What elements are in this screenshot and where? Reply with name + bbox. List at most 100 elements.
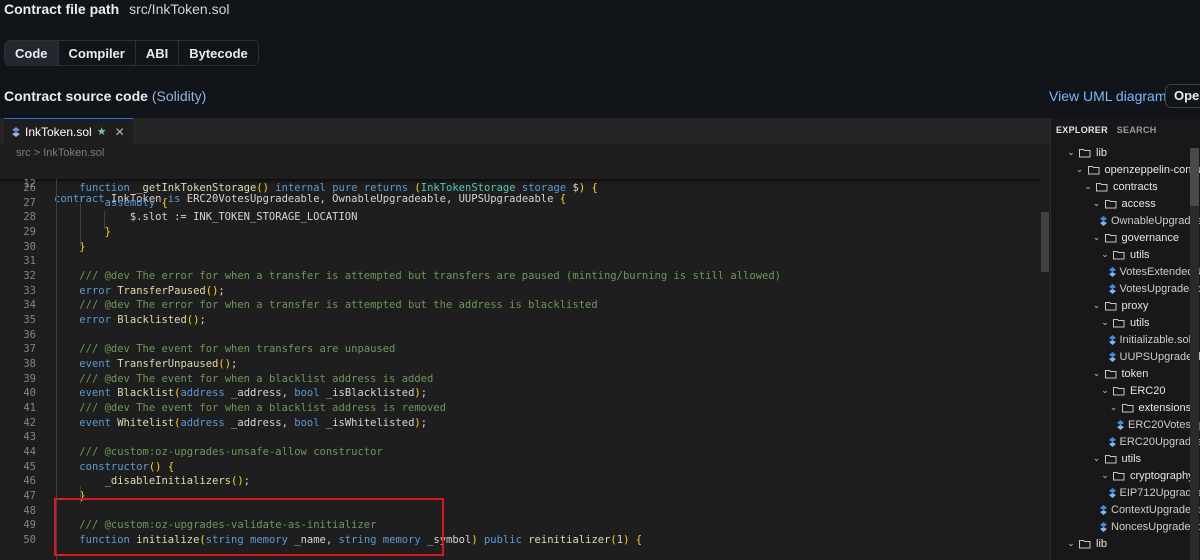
tree-item-label: lib (1096, 146, 1108, 159)
code-editor[interactable]: InkToken.sol ★ ✕ src > InkToken.sol 12 c… (0, 118, 1050, 560)
code-line: 45 constructor() { (0, 460, 1040, 475)
tree-item-label: VotesExtendedUpgradeable.sol (1119, 265, 1200, 278)
line-number: 35 (23, 314, 36, 327)
path-value: src/InkToken.sol (129, 1, 230, 17)
code-text: function _getInkTokenStorage() internal … (79, 182, 598, 194)
close-icon[interactable]: ✕ (115, 125, 125, 139)
tree-file[interactable]: Initializable.sol (1108, 331, 1192, 348)
chevron-down-icon[interactable]: ⌄ (1066, 147, 1076, 158)
tree-folder[interactable]: ⌄ lib (1066, 535, 1107, 552)
tab-abi[interactable]: ABI (135, 41, 180, 65)
editor-scrollbar[interactable] (1040, 152, 1050, 560)
tree-file[interactable]: OwnableUpgradeable.sol (1100, 212, 1200, 229)
folder-open-icon (1113, 250, 1125, 259)
folder-open-icon (1113, 386, 1125, 395)
code-text: assembly { (104, 196, 168, 209)
chevron-down-icon[interactable]: ⌄ (1100, 470, 1110, 481)
tree-item-label: utils (1121, 452, 1142, 465)
code-line: 35 error Blacklisted(); (0, 313, 1040, 328)
solidity-icon (1117, 419, 1124, 430)
code-line: 36 (0, 328, 1040, 343)
tree-item-label: contracts (1113, 180, 1158, 193)
page-header: Contract file path src/InkToken.sol Code… (0, 0, 1200, 118)
tree-folder[interactable]: ⌄ cryptography (1100, 467, 1193, 484)
tab-compiler[interactable]: Compiler (58, 41, 136, 65)
editor-scrollbar-thumb[interactable] (1041, 212, 1049, 272)
folder-open-icon (1104, 454, 1116, 463)
code-line: 29 } (0, 225, 1040, 240)
chevron-down-icon[interactable]: ⌄ (1083, 181, 1093, 192)
tree-file[interactable]: UUPSUpgradeable.sol (1108, 348, 1200, 365)
tree-item-label: ERC20 (1130, 384, 1166, 397)
tree-item-label: extensions (1138, 401, 1192, 414)
tab-bytecode[interactable]: Bytecode (179, 41, 258, 65)
tree-file[interactable]: ERC20VotesUpgradeable.sol (1117, 416, 1200, 433)
tree-folder[interactable]: ⌄ extensions (1109, 399, 1192, 416)
line-number: 30 (23, 240, 36, 253)
line-number: 34 (23, 299, 36, 312)
code-text: _disableInitializers(); (104, 475, 250, 488)
tab-code[interactable]: Code (5, 41, 59, 65)
line-number: 27 (23, 196, 36, 209)
tree-file[interactable]: VotesUpgradeable.sol (1108, 280, 1200, 297)
tree-file[interactable]: NoncesUpgradeable.sol (1100, 518, 1200, 535)
tree-folder[interactable]: ⌄ proxy (1092, 297, 1149, 314)
line-number: 41 (23, 402, 36, 415)
tab-explorer[interactable]: EXPLORER (1056, 125, 1108, 135)
code-line: 46 _disableInitializers(); (0, 474, 1040, 489)
tree-folder[interactable]: ⌄ lib (1066, 144, 1107, 161)
file-tab[interactable]: InkToken.sol ★ ✕ (4, 118, 133, 144)
tree-folder[interactable]: ⌄ access (1092, 195, 1156, 212)
tree-folder[interactable]: ⌄ token (1092, 365, 1149, 382)
sticky-scroll-line[interactable]: 12 contract InkToken is ERC20VotesUpgrad… (0, 160, 1050, 205)
tree-item-label: ERC20Upgradeable.sol (1119, 435, 1200, 448)
breadcrumb[interactable]: src > InkToken.sol (16, 147, 104, 159)
editor-tab-bar: InkToken.sol ★ ✕ (0, 118, 1050, 144)
line-number: 26 (23, 182, 36, 194)
code-line: 44 /// @custom:oz-upgrades-unsafe-allow … (0, 445, 1040, 460)
path-label: Contract file path (4, 1, 120, 17)
view-uml-link[interactable]: View UML diagram (1049, 88, 1167, 104)
chevron-down-icon[interactable]: ⌄ (1100, 385, 1110, 396)
solidity-icon (1100, 215, 1107, 226)
chevron-down-icon[interactable]: ⌄ (1066, 538, 1076, 549)
chevron-down-icon[interactable]: ⌄ (1075, 164, 1085, 175)
tree-item-label: NoncesUpgradeable.sol (1111, 520, 1200, 533)
sidebar-scrollbar[interactable] (1190, 148, 1199, 560)
chevron-down-icon[interactable]: ⌄ (1109, 402, 1119, 413)
explorer-sidebar: EXPLORER SEARCH ⌄ lib ⌄ openzeppelin-contra… (1050, 118, 1200, 560)
tab-search[interactable]: SEARCH (1117, 125, 1157, 135)
line-number: 42 (23, 416, 36, 429)
tree-folder[interactable]: ⌄ utils (1100, 246, 1149, 263)
tree-file[interactable]: ContextUpgradeable.sol (1100, 501, 1200, 518)
sidebar-scrollbar-thumb[interactable] (1190, 148, 1199, 206)
tree-file[interactable]: VotesExtendedUpgradeable.sol (1108, 263, 1200, 280)
tree-file[interactable]: ERC20Upgradeable.sol (1108, 433, 1200, 450)
tree-item-label: EIP712Upgradeable.sol (1119, 486, 1200, 499)
code-line: 27 assembly { (0, 196, 1040, 211)
code-text: /// @dev The event for when a blacklist … (79, 402, 446, 415)
tree-folder[interactable]: ⌄ utils (1092, 450, 1142, 467)
chevron-down-icon[interactable]: ⌄ (1092, 198, 1102, 209)
line-number: 43 (23, 431, 36, 444)
tree-folder[interactable]: ⌄ governance (1092, 229, 1179, 246)
contract-file-path-row: Contract file path src/InkToken.sol (4, 0, 230, 18)
chevron-down-icon[interactable]: ⌄ (1092, 453, 1102, 464)
chevron-down-icon[interactable]: ⌄ (1100, 249, 1110, 260)
chevron-down-icon[interactable]: ⌄ (1092, 232, 1102, 243)
line-number: 46 (23, 475, 36, 488)
tree-folder[interactable]: ⌄ contracts (1083, 178, 1158, 195)
chevron-down-icon[interactable]: ⌄ (1092, 368, 1102, 379)
chevron-down-icon[interactable]: ⌄ (1100, 317, 1110, 328)
open-button[interactable]: Ope (1165, 84, 1200, 108)
folder-open-icon (1104, 369, 1116, 378)
solidity-icon (1108, 334, 1116, 345)
tree-folder[interactable]: ⌄ ERC20 (1100, 382, 1165, 399)
tree-folder[interactable]: ⌄ utils (1100, 314, 1149, 331)
line-number: 40 (23, 387, 36, 400)
chevron-down-icon[interactable]: ⌄ (1092, 300, 1102, 311)
tree-item-label: Initializable.sol (1119, 333, 1192, 346)
tree-file[interactable]: EIP712Upgradeable.sol (1108, 484, 1200, 501)
tree-folder[interactable]: ⌄ openzeppelin-contracts-upgradeable (1075, 161, 1200, 178)
folder-open-icon (1079, 148, 1091, 157)
